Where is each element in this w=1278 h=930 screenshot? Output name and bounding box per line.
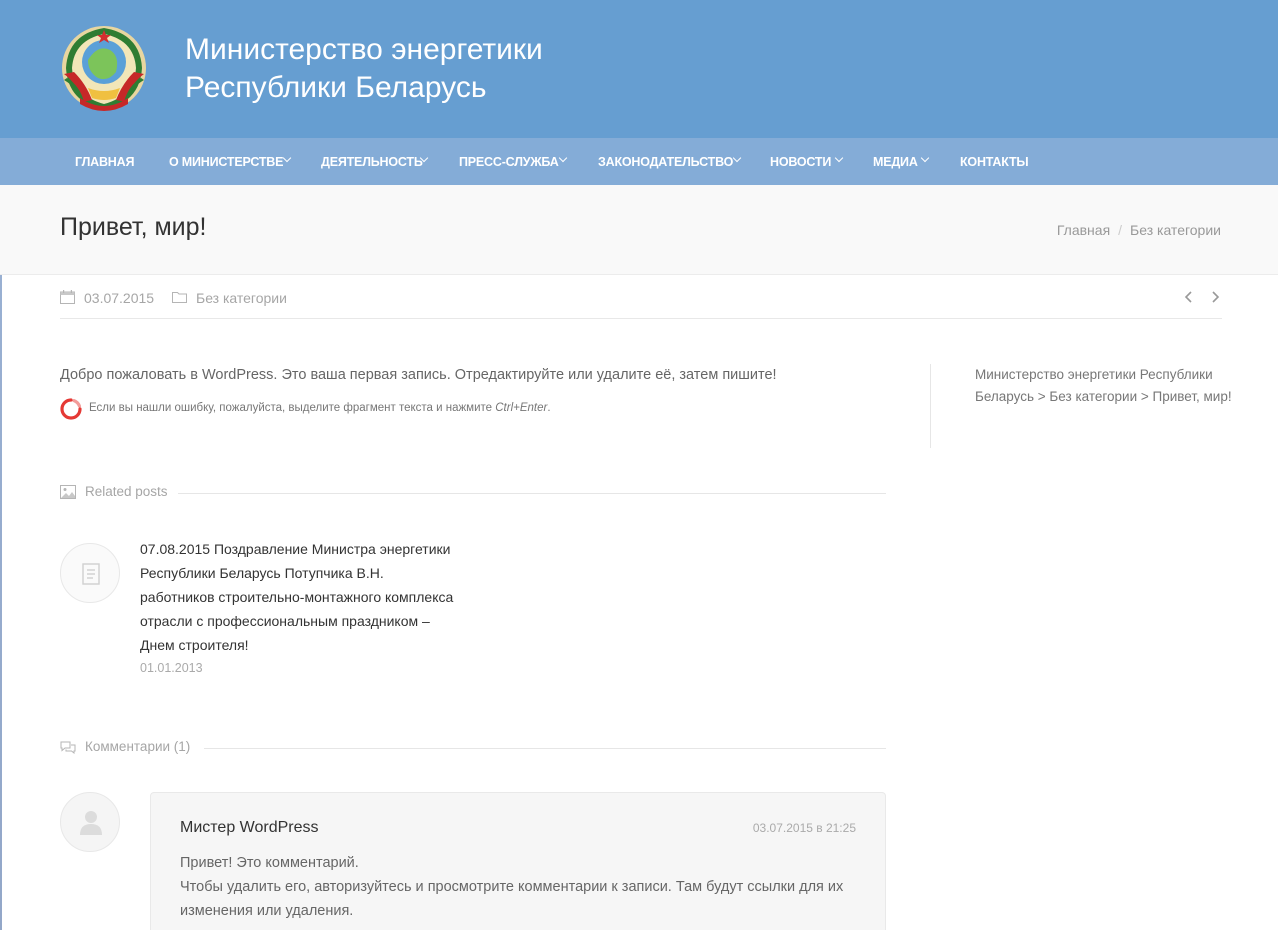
related-posts-heading: Related posts [85, 484, 168, 499]
comment-line: Привет! Это комментарий. [180, 855, 359, 871]
comments-heading: Комментарии (1) [85, 739, 191, 754]
breadcrumb-category[interactable]: Без категории [1130, 222, 1221, 238]
chevron-down-icon [834, 153, 844, 163]
post-date: 03.07.2015 [84, 290, 155, 306]
orphus-message: Если вы нашли ошибку, пожалуйста, выдели… [89, 402, 493, 414]
post-category[interactable]: Без категории [196, 290, 287, 306]
nav-item-label: О МИНИСТЕРСТВЕ [169, 155, 284, 169]
sidebar-divider [930, 364, 931, 448]
post-meta: 03.07.2015 Без категории [60, 287, 1222, 319]
nav-item-about[interactable]: О МИНИСТЕРСТВЕ [169, 138, 292, 185]
related-post-title[interactable]: 07.08.2015 Поздравление Министра энергет… [140, 537, 460, 657]
comments-icon [60, 741, 76, 754]
nav-item-label: ПРЕСС-СЛУЖБА [459, 155, 559, 169]
site-title-line-1: Министерство энергетики [185, 33, 543, 66]
chevron-down-icon [282, 153, 292, 163]
breadcrumb-separator: / [1118, 222, 1123, 238]
page-title: Привет, мир! [60, 213, 207, 241]
calendar-icon [60, 290, 75, 304]
nav-item-activity[interactable]: ДЕЯТЕЛЬНОСТЬ [321, 138, 429, 185]
comment-body: Привет! Это комментарий. Чтобы удалить е… [180, 851, 870, 923]
nav-item-legislation[interactable]: ЗАКОНОДАТЕЛЬСТВО [598, 138, 742, 185]
chevron-left-icon[interactable] [1182, 289, 1196, 305]
site-header: Министерство энергетики Республики Белар… [0, 0, 1278, 138]
orphus-suffix: . [547, 402, 551, 414]
nav-item-home[interactable]: ГЛАВНАЯ [75, 138, 134, 185]
breadcrumb: Главная / Без категории [1057, 222, 1221, 238]
comments-header: Комментарии (1) [60, 738, 886, 758]
nav-item-press[interactable]: ПРЕСС-СЛУЖБА [459, 138, 568, 185]
breadcrumb-home[interactable]: Главная [1057, 222, 1110, 238]
orphus-icon[interactable] [60, 398, 82, 420]
avatar [60, 792, 120, 852]
orphus-keys: Ctrl+Enter [495, 402, 548, 414]
related-post-date: 01.01.2013 [140, 661, 203, 675]
main-nav: ГЛАВНАЯ О МИНИСТЕРСТВЕ ДЕЯТЕЛЬНОСТЬ ПРЕС… [0, 138, 1278, 185]
chevron-down-icon [558, 153, 568, 163]
folder-icon [172, 292, 187, 303]
nav-item-contacts[interactable]: КОНТАКТЫ [960, 138, 1029, 185]
orphus-text: Если вы нашли ошибку, пожалуйста, выдели… [89, 402, 551, 414]
coat-of-arms-icon[interactable] [58, 22, 150, 114]
section-divider [204, 748, 886, 749]
image-icon [60, 485, 76, 499]
related-post-thumbnail[interactable] [60, 543, 120, 603]
section-divider [178, 493, 886, 494]
nav-item-label: МЕДИА [873, 155, 918, 169]
user-icon [80, 811, 102, 835]
nav-item-label: ДЕЯТЕЛЬНОСТЬ [321, 155, 423, 169]
chevron-down-icon [732, 153, 742, 163]
nav-item-media[interactable]: МЕДИА [873, 138, 930, 185]
related-posts-header: Related posts [60, 483, 886, 503]
site-title[interactable]: Министерство энергетики Республики Белар… [185, 31, 543, 107]
comment-line: Чтобы удалить его, авторизуйтесь и просм… [180, 879, 844, 919]
document-icon [82, 563, 100, 585]
nav-item-label: ЗАКОНОДАТЕЛЬСТВО [598, 155, 734, 169]
sidebar-breadcrumb: Министерство энергетики Республики Белар… [975, 367, 1232, 404]
nav-item-label: КОНТАКТЫ [960, 155, 1029, 169]
nav-item-news[interactable]: НОВОСТИ [770, 138, 844, 185]
site-title-line-2: Республики Беларусь [185, 71, 487, 104]
nav-item-label: НОВОСТИ [770, 155, 832, 169]
chevron-down-icon [920, 153, 930, 163]
comment-author[interactable]: Мистер WordPress [180, 819, 319, 837]
nav-item-label: ГЛАВНАЯ [75, 155, 135, 169]
post-content: Добро пожаловать в WordPress. Это ваша п… [60, 367, 777, 383]
chevron-right-icon[interactable] [1208, 289, 1222, 305]
comment: Мистер WordPress 03.07.2015 в 21:25 Прив… [150, 792, 886, 930]
comment-date[interactable]: 03.07.2015 в 21:25 [753, 821, 856, 835]
page-title-bar: Привет, мир! Главная / Без категории [0, 185, 1278, 275]
